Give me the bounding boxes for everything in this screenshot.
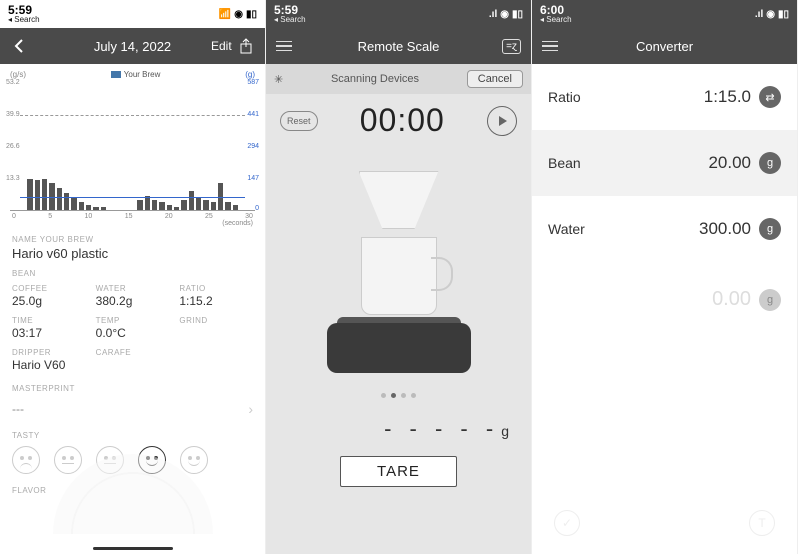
menu-icon[interactable] bbox=[276, 41, 292, 52]
back-icon[interactable] bbox=[10, 37, 28, 55]
cancel-button[interactable]: Cancel bbox=[467, 70, 523, 88]
scale-base-icon bbox=[327, 323, 471, 373]
menu-icon[interactable] bbox=[542, 41, 558, 52]
scale-illustration bbox=[309, 157, 489, 387]
stat-ratio: 1:15.2 bbox=[179, 294, 253, 308]
stat-water: 380.2g bbox=[96, 294, 170, 308]
scanning-bar: ✳︎ Scanning Devices Cancel bbox=[266, 64, 531, 94]
ratio-value: 1:15.0 bbox=[704, 87, 751, 107]
unit-g-icon[interactable]: g bbox=[759, 218, 781, 240]
swap-icon[interactable]: ⇄ bbox=[759, 86, 781, 108]
signal-icon: .ıl bbox=[755, 9, 763, 20]
play-button[interactable] bbox=[487, 106, 517, 136]
unit-g-faded-icon: g bbox=[759, 289, 781, 311]
cumulative-line bbox=[20, 197, 245, 198]
bars bbox=[20, 81, 245, 210]
face-2[interactable] bbox=[54, 446, 82, 474]
status-icons: 📶 ◉ ▮▯ bbox=[219, 9, 257, 20]
timer-icon[interactable]: T bbox=[749, 510, 775, 536]
ratio-row[interactable]: Ratio 1:15.0⇄ bbox=[532, 64, 797, 130]
nav-title: July 14, 2022 bbox=[54, 39, 211, 54]
scale-icon[interactable]: =ɀ bbox=[502, 39, 521, 54]
status-back-search[interactable]: ◂ Search bbox=[8, 16, 40, 24]
y-right-unit: (g) bbox=[245, 70, 255, 79]
stat-temp: 0.0°C bbox=[96, 326, 170, 340]
battery-icon: ▮▯ bbox=[512, 9, 523, 20]
water-row[interactable]: Water 300.00g bbox=[532, 196, 797, 262]
play-icon bbox=[499, 116, 507, 126]
signal-icon: 📶 bbox=[219, 9, 231, 20]
status-bar: 5:59 ◂ Search 📶 ◉ ▮▯ bbox=[0, 0, 265, 28]
face-5[interactable] bbox=[180, 446, 208, 474]
home-indicator[interactable] bbox=[93, 547, 173, 550]
unit-g-icon[interactable]: g bbox=[759, 152, 781, 174]
converter-screen: 6:00 ◂ Search .ıl◉▮▯ Converter Ratio 1:1… bbox=[532, 0, 798, 554]
nav-bar: Remote Scale =ɀ bbox=[266, 28, 531, 64]
reset-button[interactable]: Reset bbox=[280, 111, 318, 131]
spinner-icon: ✳︎ bbox=[274, 73, 283, 86]
battery-icon: ▮▯ bbox=[246, 9, 257, 20]
chevron-right-icon: › bbox=[248, 401, 253, 417]
timer-display: 00:00 bbox=[360, 102, 445, 139]
scanning-text: Scanning Devices bbox=[331, 73, 419, 85]
battery-icon: ▮▯ bbox=[778, 9, 789, 20]
remote-scale-screen: 5:59 ◂ Search .ıl◉▮▯ Remote Scale =ɀ ✳︎ … bbox=[266, 0, 532, 554]
bean-row[interactable]: Bean 20.00g bbox=[532, 130, 797, 196]
name-label: NAME YOUR BREW bbox=[0, 227, 265, 246]
bean-label: BEAN bbox=[0, 261, 265, 280]
weight-display: - - - - -g bbox=[384, 416, 531, 442]
flow-chart: (g/s) Your Brew (g) 53.2 39.9 26.6 13.3 … bbox=[0, 64, 265, 227]
face-1[interactable] bbox=[12, 446, 40, 474]
dripper-icon bbox=[359, 171, 439, 229]
status-bar: 6:00 ◂ Search .ıl◉▮▯ bbox=[532, 0, 797, 28]
stat-coffee: 25.0g bbox=[12, 294, 86, 308]
page-dots[interactable] bbox=[381, 393, 416, 398]
x-unit: (seconds) bbox=[10, 220, 255, 227]
masterprint-row[interactable]: ---› bbox=[0, 395, 265, 423]
status-bar: 5:59 ◂ Search .ıl◉▮▯ bbox=[266, 0, 531, 28]
brew-name[interactable]: Hario v60 plastic bbox=[0, 246, 265, 261]
bean-value: 20.00 bbox=[708, 153, 751, 173]
check-icon[interactable]: ✓ bbox=[554, 510, 580, 536]
wifi-icon: ◉ bbox=[766, 9, 775, 20]
stat-dripper: Hario V60 bbox=[12, 358, 86, 372]
y-left-unit: (g/s) bbox=[10, 70, 26, 79]
chart-legend: Your Brew bbox=[111, 70, 161, 79]
tare-button[interactable]: TARE bbox=[340, 456, 457, 487]
stat-time: 03:17 bbox=[12, 326, 86, 340]
nav-bar: Converter bbox=[532, 28, 797, 64]
water-value: 300.00 bbox=[699, 219, 751, 239]
edit-button[interactable]: Edit bbox=[211, 39, 232, 53]
wifi-icon: ◉ bbox=[500, 9, 509, 20]
extra-row: 0.00g bbox=[532, 262, 797, 337]
x-axis: 051015202530 bbox=[10, 211, 255, 220]
brew-detail-screen: 5:59 ◂ Search 📶 ◉ ▮▯ July 14, 2022 Edit … bbox=[0, 0, 266, 554]
nav-bar: July 14, 2022 Edit bbox=[0, 28, 265, 64]
cup-icon bbox=[361, 237, 437, 315]
signal-icon: .ıl bbox=[489, 9, 497, 20]
share-icon[interactable] bbox=[238, 37, 255, 55]
wifi-icon: ◉ bbox=[234, 9, 243, 20]
